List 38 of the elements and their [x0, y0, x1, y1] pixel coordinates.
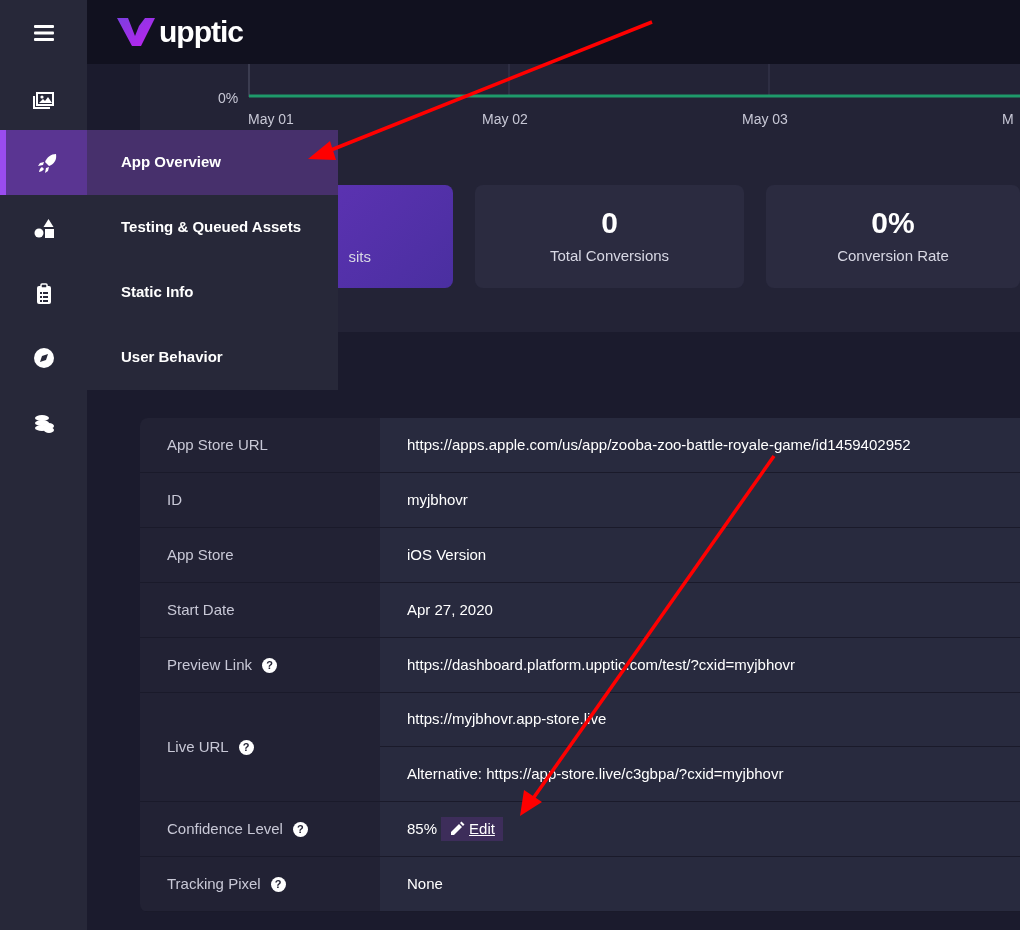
field-label: App Store — [167, 544, 234, 565]
rocket-icon — [35, 151, 58, 174]
shapes-icon — [32, 216, 55, 239]
help-icon[interactable]: ? — [292, 821, 308, 837]
field-value: 85% — [407, 818, 438, 839]
axis-label: 0% — [218, 89, 239, 108]
stat-value: 0% — [871, 205, 915, 239]
stat-label: Total Conversions — [549, 245, 670, 266]
edit-button[interactable]: Edit — [441, 816, 503, 842]
brand-name[interactable]: upptic — [159, 17, 243, 47]
field-value: iOS Version — [407, 544, 487, 565]
menu-item[interactable]: Static Info — [87, 260, 338, 325]
field-value: https://apps.apple.com/us/app/zooba-zoo-battle-royale-game/id1459402952 — [407, 434, 911, 455]
field-value: Apr 27, 2020 — [407, 599, 493, 620]
stat-label: Conversion Rate — [837, 245, 949, 266]
axis-label: May 03 — [742, 110, 788, 129]
help-icon[interactable]: ? — [238, 739, 254, 755]
stat-value: 0 — [601, 205, 618, 239]
menu-item[interactable]: Testing & Queued Assets — [87, 195, 338, 260]
help-icon[interactable]: ? — [262, 657, 278, 673]
field-label: App Store URL — [167, 434, 268, 455]
field-label: Start Date — [167, 599, 235, 620]
help-icon[interactable]: ? — [270, 876, 286, 892]
axis-label: May 02 — [482, 110, 528, 129]
field-value: myjbhovr — [407, 489, 468, 510]
field-label: Tracking Pixel — [167, 873, 261, 894]
menu-item[interactable]: User Behavior — [87, 325, 338, 390]
field-label: Confidence Level — [167, 818, 283, 839]
compass-icon — [32, 346, 55, 369]
field-value: None — [407, 873, 443, 894]
pencil-icon — [449, 821, 466, 837]
field-label: Preview Link — [167, 654, 253, 675]
field-label: Live URL — [167, 736, 229, 757]
logo-icon — [117, 16, 155, 48]
stat-label: sits — [348, 247, 371, 268]
field-label: ID — [167, 489, 182, 510]
axis-label: M — [1002, 110, 1014, 129]
axis-label: May 01 — [248, 110, 294, 129]
